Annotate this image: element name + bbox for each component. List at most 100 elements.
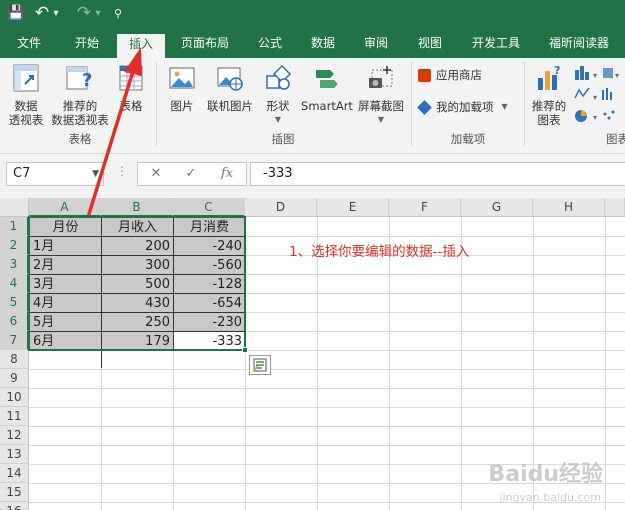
group-addins-label: 加载项 bbox=[450, 132, 486, 146]
undo-dropdown-icon[interactable]: ▾ bbox=[51, 3, 61, 23]
tab-developer[interactable]: 开发工具 bbox=[465, 32, 527, 58]
recommended-pivottables-button[interactable]: ? 推荐的 数据透视表 bbox=[49, 62, 111, 127]
svg-text:▾: ▾ bbox=[593, 113, 597, 122]
cancel-icon[interactable]: ✕ bbox=[141, 163, 171, 185]
gridline bbox=[29, 388, 625, 389]
tab-data[interactable]: 数据 bbox=[303, 32, 343, 58]
ribbon-tabs: 文件 开始 插入 页面布局 公式 数据 审阅 视图 开发工具 福昕阅读器 bbox=[0, 26, 625, 58]
row-header[interactable]: 6 bbox=[0, 312, 29, 331]
svg-text:▾: ▾ bbox=[593, 71, 597, 80]
tab-review[interactable]: 审阅 bbox=[356, 32, 396, 58]
gridline bbox=[605, 217, 606, 510]
quick-analysis-icon bbox=[252, 358, 267, 372]
worksheet-grid[interactable]: A B C D E F G H 1 2 3 4 5 6 7 8 9 10 11 … bbox=[0, 198, 625, 510]
recommended-charts-label: 推荐的 图表 bbox=[531, 99, 567, 127]
quick-analysis-button[interactable] bbox=[249, 355, 271, 375]
row-header[interactable]: 16 bbox=[0, 502, 29, 510]
row-header[interactable]: 4 bbox=[0, 274, 29, 293]
row-header[interactable]: 5 bbox=[0, 293, 29, 312]
insert-function-icon[interactable]: fx bbox=[212, 163, 242, 185]
group-charts-label: 图表 bbox=[606, 132, 625, 146]
column-header-a[interactable]: A bbox=[29, 198, 101, 217]
column-header-d[interactable]: D bbox=[245, 198, 317, 217]
store-button[interactable]: 应用商店 bbox=[418, 68, 518, 82]
pictures-button[interactable]: 图片 bbox=[163, 62, 201, 113]
online-pictures-label: 联机图片 bbox=[207, 99, 253, 113]
column-header-c[interactable]: C bbox=[173, 198, 245, 217]
watermark-url: jingyan.baidu.com bbox=[499, 491, 601, 504]
column-header-f[interactable]: F bbox=[389, 198, 461, 217]
row-header[interactable]: 1 bbox=[0, 217, 29, 236]
row-header[interactable]: 9 bbox=[0, 369, 29, 388]
formula-input[interactable]: -333 bbox=[250, 162, 625, 186]
redo-icon[interactable]: ↷ bbox=[76, 3, 92, 23]
undo-icon[interactable]: ↶ bbox=[34, 3, 50, 23]
recommended-charts-icon: ? bbox=[538, 64, 560, 90]
gridline bbox=[317, 217, 318, 510]
enter-icon[interactable]: ✓ bbox=[176, 163, 206, 185]
save-icon[interactable]: 💾 bbox=[6, 3, 26, 23]
chevron-down-icon[interactable]: ▼ bbox=[92, 163, 99, 185]
row-header[interactable]: 13 bbox=[0, 445, 29, 464]
tab-home[interactable]: 开始 bbox=[64, 32, 110, 58]
row-header[interactable]: 11 bbox=[0, 407, 29, 426]
tab-foxit-reader[interactable]: 福昕阅读器 bbox=[540, 32, 618, 58]
svg-text:▾: ▾ bbox=[593, 93, 597, 102]
row-header[interactable]: 7 bbox=[0, 331, 29, 350]
row-header[interactable]: 10 bbox=[0, 388, 29, 407]
pictures-label: 图片 bbox=[170, 99, 194, 113]
ribbon-insert: 数据 透视表 ? 推荐的 数据透视表 表格 表格 图片 联机图片 形状 ▼ Sm… bbox=[0, 58, 625, 154]
chevron-down-icon: ▼ bbox=[274, 115, 282, 124]
pivottable-icon bbox=[13, 64, 39, 92]
column-header-e[interactable]: E bbox=[317, 198, 389, 217]
column-header-partial[interactable] bbox=[605, 198, 625, 217]
shapes-label-text: 形状 bbox=[266, 99, 290, 113]
column-header-g[interactable]: G bbox=[461, 198, 533, 217]
customize-toolbar-icon[interactable]: ⚲ bbox=[112, 3, 124, 23]
column-header-h[interactable]: H bbox=[533, 198, 605, 217]
svg-text:▾: ▾ bbox=[615, 71, 619, 80]
tab-insert[interactable]: 插入 bbox=[117, 32, 165, 58]
svg-text:?: ? bbox=[82, 70, 92, 91]
gridline bbox=[29, 445, 625, 446]
ribbon-separator bbox=[156, 62, 157, 146]
picture-icon bbox=[169, 67, 195, 89]
chevron-down-icon: ▼ bbox=[501, 102, 508, 111]
row-header[interactable]: 8 bbox=[0, 350, 29, 369]
recommended-charts-button[interactable]: ? 推荐的 图表 bbox=[528, 62, 570, 127]
chart-types-icon[interactable]: ▾ ▾ ▾ ▾ bbox=[573, 64, 621, 128]
smartart-button[interactable]: SmartArt bbox=[299, 62, 355, 113]
my-addins-button[interactable]: 我的加载项 ▼ bbox=[417, 99, 522, 115]
online-picture-icon bbox=[217, 67, 243, 91]
ribbon-separator bbox=[524, 62, 525, 146]
store-label: 应用商店 bbox=[436, 68, 482, 82]
table-border bbox=[101, 350, 102, 368]
select-all-corner[interactable] bbox=[0, 198, 29, 217]
pivottable-button[interactable]: 数据 透视表 bbox=[3, 62, 49, 127]
tab-formulas[interactable]: 公式 bbox=[250, 32, 290, 58]
shapes-label: 形状 ▼ bbox=[258, 99, 298, 127]
selection-border bbox=[28, 216, 246, 351]
redo-dropdown-icon[interactable]: ▾ bbox=[93, 3, 103, 23]
tab-file[interactable]: 文件 bbox=[6, 32, 52, 58]
table-button[interactable]: 表格 bbox=[113, 62, 149, 113]
fill-handle[interactable] bbox=[242, 347, 248, 353]
online-pictures-button[interactable]: 联机图片 bbox=[204, 62, 256, 113]
shapes-button[interactable]: 形状 ▼ bbox=[258, 62, 298, 127]
smartart-icon bbox=[316, 70, 338, 88]
name-box-value: C7 bbox=[13, 166, 31, 181]
row-header[interactable]: 15 bbox=[0, 483, 29, 502]
excel-window: 💾 ↶ ▾ ↷ ▾ ⚲ 文件 开始 插入 页面布局 公式 数据 审阅 视图 开发… bbox=[0, 0, 625, 510]
row-header[interactable]: 3 bbox=[0, 255, 29, 274]
name-box[interactable]: C7 ▼ bbox=[6, 162, 104, 186]
row-header[interactable]: 2 bbox=[0, 236, 29, 255]
tab-page-layout[interactable]: 页面布局 bbox=[173, 32, 237, 58]
store-icon bbox=[418, 68, 431, 82]
column-header-b[interactable]: B bbox=[101, 198, 173, 217]
row-header[interactable]: 12 bbox=[0, 426, 29, 445]
group-illustrations-label: 插图 bbox=[271, 132, 295, 146]
row-header[interactable]: 14 bbox=[0, 464, 29, 483]
screenshot-button[interactable]: 屏幕截图 ▼ bbox=[355, 62, 407, 127]
tab-view[interactable]: 视图 bbox=[410, 32, 450, 58]
gridline bbox=[389, 217, 390, 510]
